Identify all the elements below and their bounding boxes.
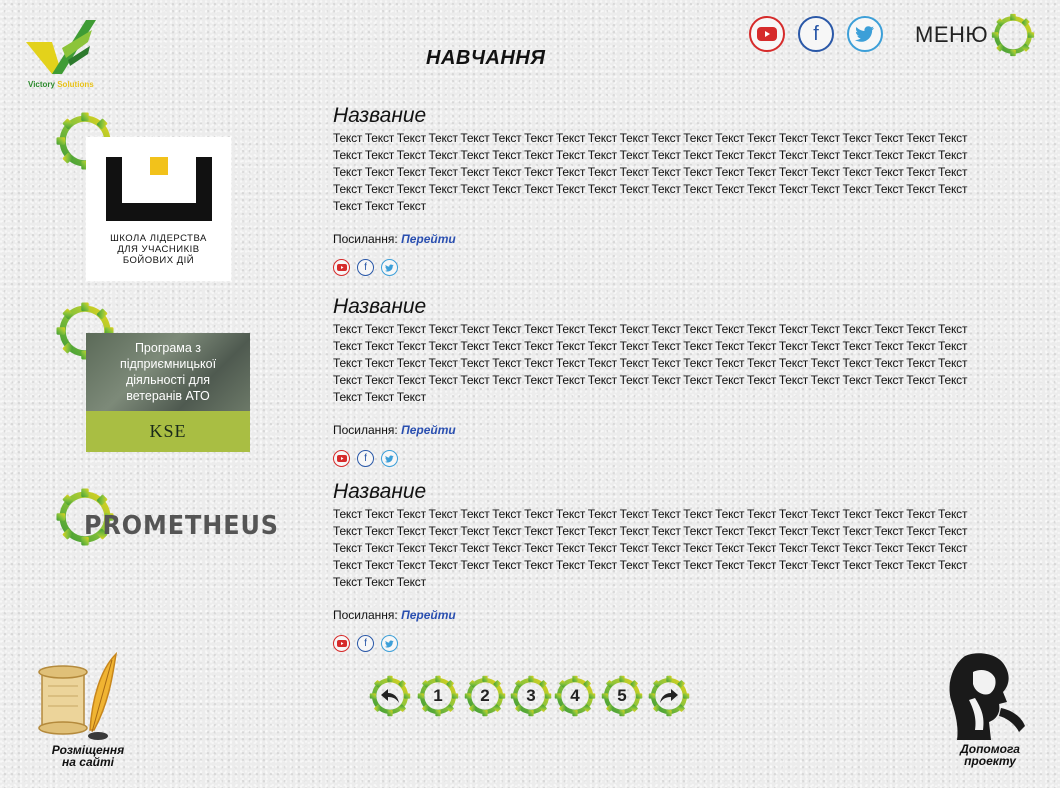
portrait-icon[interactable] — [945, 652, 1029, 744]
youtube-share-button[interactable] — [333, 450, 350, 467]
kse-brand: KSE — [86, 411, 250, 452]
facebook-icon: f — [364, 453, 367, 464]
next-page-button[interactable] — [647, 674, 691, 718]
facebook-share-button[interactable]: f — [357, 450, 374, 467]
article-title: Название — [333, 295, 427, 318]
youtube-share-button[interactable] — [333, 259, 350, 276]
prev-page-button[interactable] — [368, 674, 412, 718]
link-label: Посилання: — [333, 423, 398, 437]
article: Название Текст Текст Текст Текст Текст Т… — [333, 104, 993, 276]
article-title: Название — [333, 480, 427, 503]
kse-program-banner[interactable]: Програма з підприємницької діяльності дл… — [86, 333, 250, 452]
page-title: НАВЧАННЯ — [426, 47, 546, 69]
youtube-share-button[interactable] — [333, 635, 350, 652]
facebook-share-button[interactable]: f — [357, 259, 374, 276]
youtube-icon — [336, 455, 347, 462]
facebook-icon: f — [364, 638, 367, 649]
page-number: 1 — [433, 686, 443, 705]
twitter-share-button[interactable] — [381, 635, 398, 652]
page-button-3[interactable]: 3 — [509, 674, 553, 718]
facebook-icon: f — [364, 262, 367, 273]
prometheus-logo[interactable]: PROMETHEUS — [84, 511, 279, 541]
twitter-share-button[interactable] — [381, 259, 398, 276]
school-logo-text: ШКОЛА ЛІДЕРСТВА ДЛЯ УЧАСНИКІВ БОЙОВИХ ДІ… — [110, 233, 207, 266]
facebook-button[interactable]: f — [798, 16, 834, 52]
goto-link[interactable]: Перейти — [401, 423, 456, 437]
logo-text: Victory Solutions — [28, 80, 94, 89]
youtube-icon — [336, 264, 347, 271]
article-link-row: Посилання: Перейти — [333, 608, 993, 622]
menu-gear-icon[interactable] — [990, 12, 1036, 58]
page-button-1[interactable]: 1 — [416, 674, 460, 718]
facebook-icon: f — [813, 22, 819, 45]
youtube-icon — [757, 27, 777, 41]
help-project-link[interactable]: Допомога проекту — [940, 743, 1040, 767]
article: Название Текст Текст Текст Текст Текст Т… — [333, 480, 993, 652]
menu-label[interactable]: МЕНЮ — [915, 22, 988, 48]
article-link-row: Посилання: Перейти — [333, 232, 993, 246]
youtube-icon — [336, 640, 347, 647]
article-title: Название — [333, 104, 427, 127]
twitter-button[interactable] — [847, 16, 883, 52]
page-button-4[interactable]: 4 — [553, 674, 597, 718]
link-label: Посилання: — [333, 232, 398, 246]
article-social: f — [333, 635, 993, 652]
article-body: Текст Текст Текст Текст Текст Текст Текс… — [333, 131, 968, 213]
placement-line2: на сайті — [62, 755, 114, 769]
goto-link[interactable]: Перейти — [401, 608, 456, 622]
page-number: 5 — [617, 686, 627, 705]
school-mark — [105, 157, 212, 221]
article-social: f — [333, 450, 993, 467]
school-leadership-logo[interactable]: ШКОЛА ЛІДЕРСТВА ДЛЯ УЧАСНИКІВ БОЙОВИХ ДІ… — [86, 137, 231, 281]
article: Название Текст Текст Текст Текст Текст Т… — [333, 295, 993, 467]
page-number: 2 — [480, 686, 490, 705]
article-body: Текст Текст Текст Текст Текст Текст Текс… — [333, 507, 968, 589]
page-button-5[interactable]: 5 — [600, 674, 644, 718]
arrow-forward-icon — [647, 674, 691, 718]
twitter-share-button[interactable] — [381, 450, 398, 467]
link-label: Посилання: — [333, 608, 398, 622]
twitter-icon — [385, 454, 394, 463]
facebook-share-button[interactable]: f — [357, 635, 374, 652]
help-line2: проекту — [964, 754, 1016, 768]
article-social: f — [333, 259, 993, 276]
twitter-icon — [385, 639, 394, 648]
placement-link[interactable]: Розміщення на сайті — [28, 744, 148, 768]
page-number: 4 — [570, 686, 580, 705]
page-button-2[interactable]: 2 — [463, 674, 507, 718]
arrow-back-icon — [368, 674, 412, 718]
twitter-icon — [385, 263, 394, 272]
twitter-icon — [855, 26, 874, 42]
scroll-quill-icon[interactable] — [28, 650, 124, 746]
goto-link[interactable]: Перейти — [401, 232, 456, 246]
article-link-row: Посилання: Перейти — [333, 423, 993, 437]
kse-banner-text: Програма з підприємницької діяльності дл… — [86, 333, 250, 411]
youtube-button[interactable] — [749, 16, 785, 52]
page-number: 3 — [526, 686, 536, 705]
article-body: Текст Текст Текст Текст Текст Текст Текс… — [333, 322, 968, 404]
